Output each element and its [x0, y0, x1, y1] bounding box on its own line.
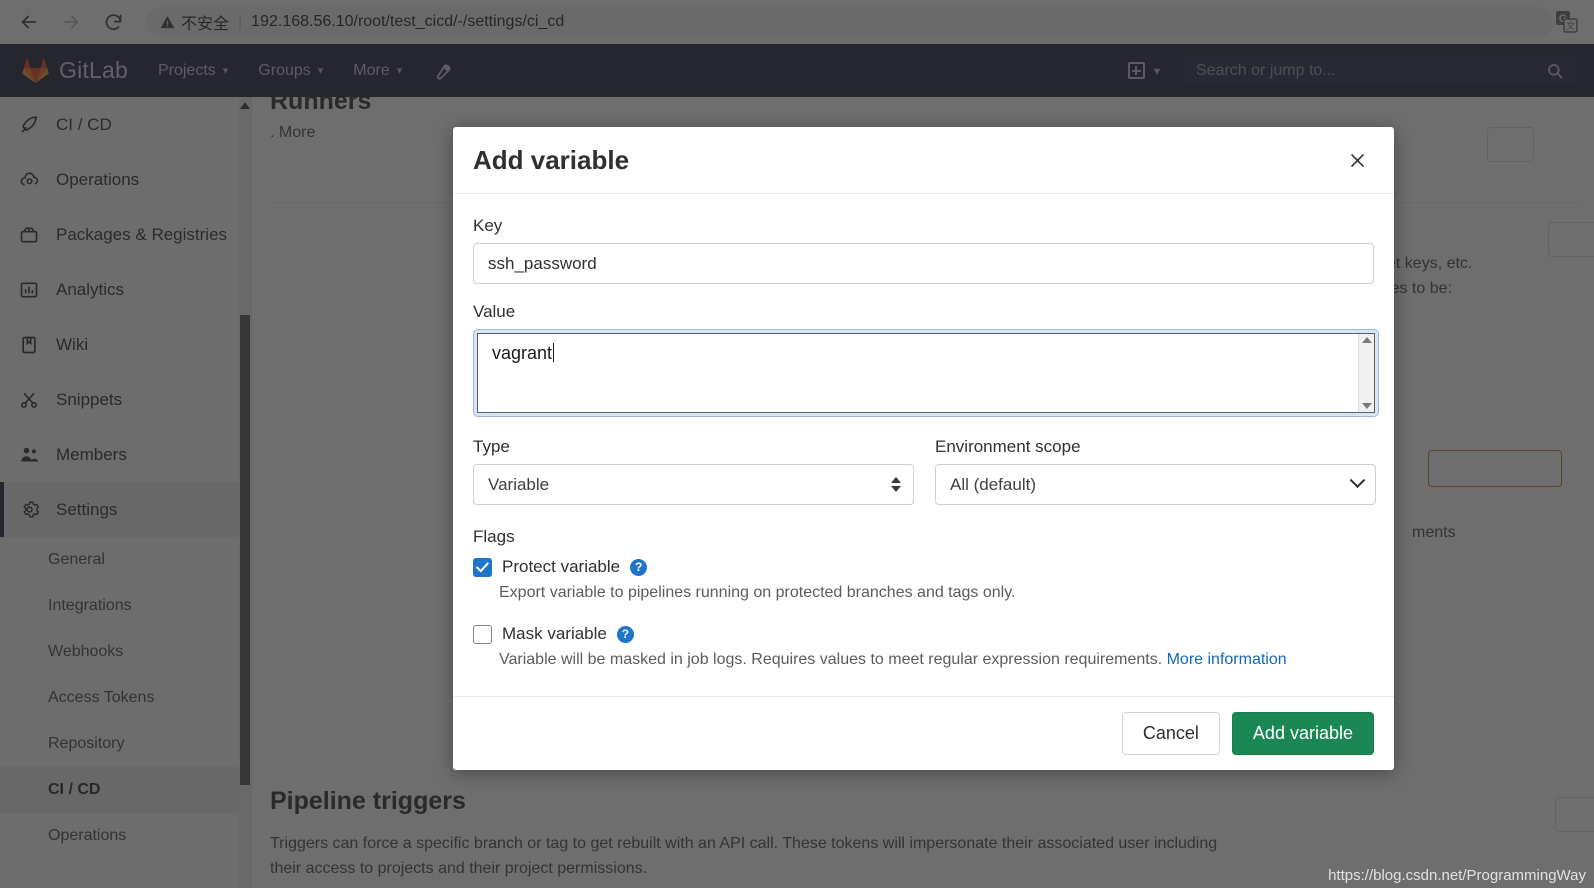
type-scope-row: Type Variable Environment scope All (def…	[473, 437, 1376, 505]
mask-variable-flag: Mask variable ? Variable will be masked …	[473, 624, 1374, 669]
value-textarea-text: vagrant	[492, 343, 553, 363]
type-select[interactable]: Variable	[473, 464, 914, 505]
watermark: https://blog.csdn.net/ProgrammingWay	[1328, 867, 1586, 884]
triangle-up-icon[interactable]	[1361, 337, 1372, 343]
mask-variable-checkbox[interactable]	[473, 624, 492, 644]
help-circle-icon[interactable]: ?	[630, 558, 648, 576]
close-icon[interactable]	[1342, 145, 1372, 175]
environment-scope-field: Environment scope All (default)	[935, 437, 1376, 505]
text-caret	[553, 343, 555, 362]
protect-variable-label: Protect variable	[502, 557, 621, 576]
mask-variable-description: Variable will be masked in job logs. Req…	[499, 651, 1163, 668]
type-label: Type	[473, 437, 510, 456]
key-input[interactable]	[473, 243, 1374, 284]
protect-variable-description: Export variable to pipelines running on …	[499, 584, 1016, 601]
chevron-down-icon	[1349, 472, 1366, 489]
type-field: Type Variable	[473, 437, 914, 505]
add-variable-button[interactable]: Add variable	[1231, 712, 1374, 755]
environment-scope-select[interactable]: All (default)	[935, 464, 1376, 505]
protect-variable-checkbox[interactable]	[473, 557, 492, 577]
modal-title: Add variable	[473, 144, 630, 175]
value-label: Value	[473, 302, 516, 321]
modal-footer: Cancel Add variable	[453, 696, 1394, 770]
triangle-down-icon[interactable]	[1361, 403, 1372, 409]
value-textarea-focus-ring: vagrant	[473, 329, 1379, 417]
updown-spinner-icon	[891, 477, 901, 492]
key-label: Key	[473, 216, 503, 235]
modal-body: Key Value vagrant Type Variable	[453, 194, 1394, 696]
modal-header: Add variable	[453, 127, 1394, 194]
mask-variable-more-information-link[interactable]: More information	[1167, 651, 1287, 668]
value-textarea[interactable]: vagrant	[477, 333, 1375, 413]
value-textarea-scrollbar[interactable]	[1358, 334, 1374, 412]
environment-scope-label: Environment scope	[935, 437, 1081, 456]
add-variable-modal: Add variable Key Value vagrant	[453, 127, 1394, 770]
cancel-button[interactable]: Cancel	[1121, 712, 1220, 755]
help-circle-icon[interactable]: ?	[616, 625, 634, 643]
type-select-value: Variable	[488, 474, 550, 494]
environment-scope-value: All (default)	[950, 474, 1036, 494]
mask-variable-label: Mask variable	[502, 624, 607, 643]
protect-variable-flag: Protect variable ? Export variable to pi…	[473, 557, 1374, 602]
close-glyph-icon	[1350, 153, 1364, 167]
flags-label: Flags	[473, 527, 515, 546]
